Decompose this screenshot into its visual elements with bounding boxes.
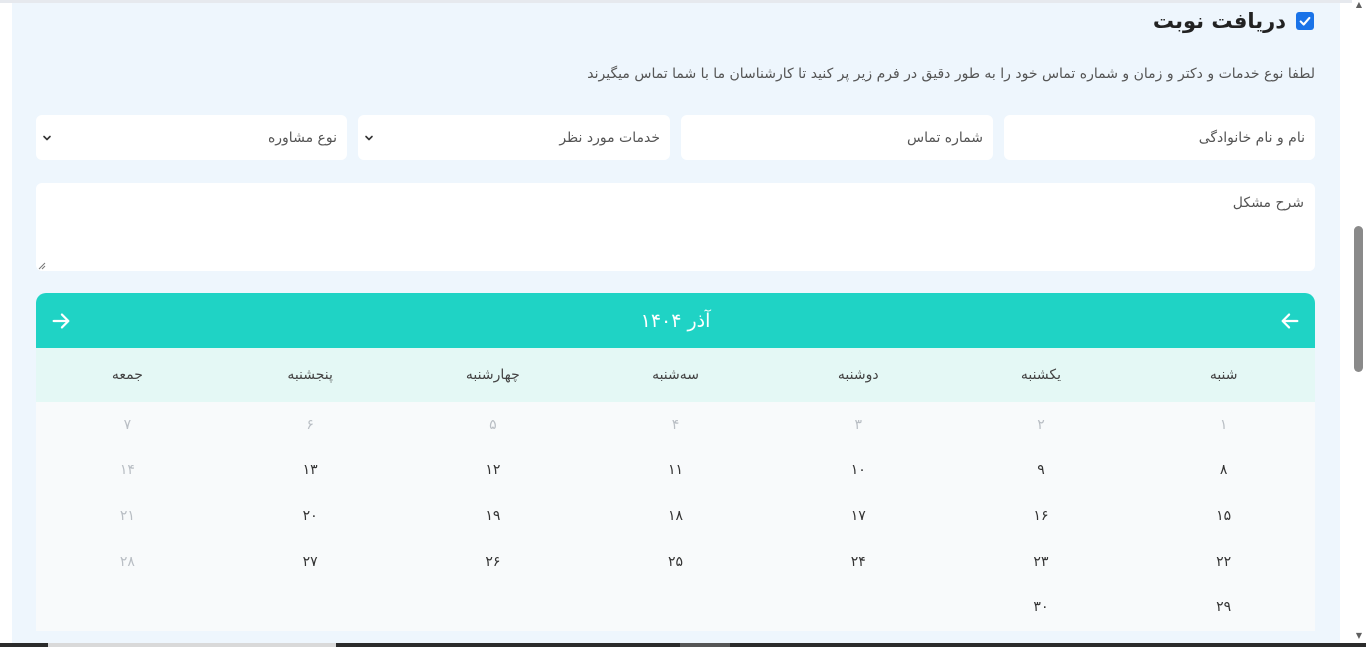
instruction-text: لطفا نوع خدمات و دکتر و زمان و شماره تما… [587, 66, 1315, 82]
appointment-checkbox[interactable] [1296, 12, 1314, 30]
weekday-label: چهارشنبه [465, 367, 520, 383]
calendar-day: ۳ [854, 416, 863, 433]
calendar-day[interactable]: ۱۹ [401, 493, 584, 539]
weekday-label: دوشنبه [837, 367, 879, 383]
checkmark-icon [1299, 16, 1311, 26]
calendar-day: ۷ [123, 416, 132, 433]
scroll-down-icon[interactable]: ▼ [1355, 632, 1363, 640]
weekday-label: یکشنبه [1020, 367, 1061, 383]
taskbar-item[interactable] [680, 643, 730, 647]
scroll-up-icon[interactable]: ▲ [1355, 1, 1363, 9]
header: دریافت نوبت [1153, 8, 1314, 34]
phone-placeholder: شماره تماس [907, 129, 983, 146]
calendar-day[interactable]: ۲۰ [219, 493, 402, 539]
scrollbar-thumb[interactable] [1354, 226, 1363, 372]
calendar-day[interactable]: ۱۱ [584, 448, 767, 494]
weekday-label: جمعه [111, 367, 143, 383]
calendar-day[interactable]: ۱۳ [219, 448, 402, 494]
calendar-day[interactable]: ۳۰ [950, 584, 1133, 630]
name-placeholder: نام و نام خانوادگی [1198, 129, 1305, 146]
calendar-day[interactable]: ۸ [1132, 448, 1315, 494]
arrow-left-icon [1281, 313, 1299, 329]
taskbar [0, 643, 1366, 647]
calendar-day[interactable]: ۱۲ [401, 448, 584, 494]
weekday-label: سه‌شنبه [652, 367, 699, 383]
weekday-label: پنجشنبه [287, 367, 333, 383]
calendar-day[interactable]: ۲۲ [1132, 539, 1315, 585]
taskbar-item[interactable] [48, 643, 336, 647]
description-placeholder: شرح مشکل [1232, 195, 1304, 211]
calendar-day: ۲ [1037, 416, 1045, 433]
page-title: دریافت نوبت [1152, 9, 1286, 33]
calendar-day[interactable]: ۲۳ [950, 539, 1133, 585]
calendar-day[interactable]: ۹ [950, 448, 1133, 494]
calendar-month-label: آذر ۱۴۰۴ [640, 309, 711, 332]
calendar-day[interactable]: ۱۵ [1132, 493, 1315, 539]
arrow-right-icon [52, 313, 70, 329]
services-select-value: خدمات مورد نظر [559, 129, 660, 146]
calendar-day[interactable]: ۲۷ [219, 539, 402, 585]
description-textarea[interactable]: شرح مشکل [36, 183, 1315, 271]
chevron-down-icon [364, 115, 374, 160]
calendar-day[interactable]: ۲۴ [767, 539, 950, 585]
weekday-label: شنبه [1209, 367, 1238, 383]
calendar-day: ۲۸ [119, 553, 135, 570]
weekday-row: شنبه یکشنبه دوشنبه سه‌شنبه چهارشنبه پنجش… [36, 348, 1315, 402]
calendar-day[interactable]: ۲۶ [401, 539, 584, 585]
calendar-day[interactable]: ۲۹ [1132, 584, 1315, 630]
calendar-day: ۱ [1219, 416, 1228, 433]
consult-type-select[interactable]: نوع مشاوره [36, 115, 347, 160]
services-select[interactable]: خدمات مورد نظر [358, 115, 670, 160]
chevron-down-icon [42, 115, 52, 160]
next-month-button[interactable] [46, 306, 76, 336]
calendar-day[interactable]: ۱۸ [584, 493, 767, 539]
calendar-day: ۶ [306, 416, 314, 433]
calendar-day: ۱۴ [119, 462, 135, 479]
consult-select-value: نوع مشاوره [267, 129, 337, 146]
calendar-day[interactable]: ۱۰ [767, 448, 950, 494]
calendar-day: ۵ [489, 416, 497, 433]
calendar-day[interactable]: ۲۵ [584, 539, 767, 585]
calendar: آذر ۱۴۰۴ شنبه یکشنبه دوشنبه سه‌شنبه چهار… [36, 293, 1315, 631]
calendar-day[interactable]: ۱۶ [950, 493, 1133, 539]
calendar-day[interactable]: ۱۷ [767, 493, 950, 539]
phone-input[interactable]: شماره تماس [681, 115, 993, 160]
calendar-day: ۴ [671, 416, 680, 433]
days-grid: ۱ ۲ ۳ ۴ ۵ ۶ ۷ ۸ ۹ ۱۰ ۱۱ ۱۲ ۱۳ ۱۴ ۱۵ ۱۶ ۱۷ ۱۸ ۱۹ ۲۰ ۲۱ ۲۲ ۲۳ ۲۴ ۲… [36, 402, 1315, 631]
prev-month-button[interactable] [1275, 306, 1305, 336]
resize-grip-icon[interactable] [38, 262, 46, 270]
calendar-day: ۲۱ [119, 507, 135, 524]
name-input[interactable]: نام و نام خانوادگی [1004, 115, 1315, 160]
